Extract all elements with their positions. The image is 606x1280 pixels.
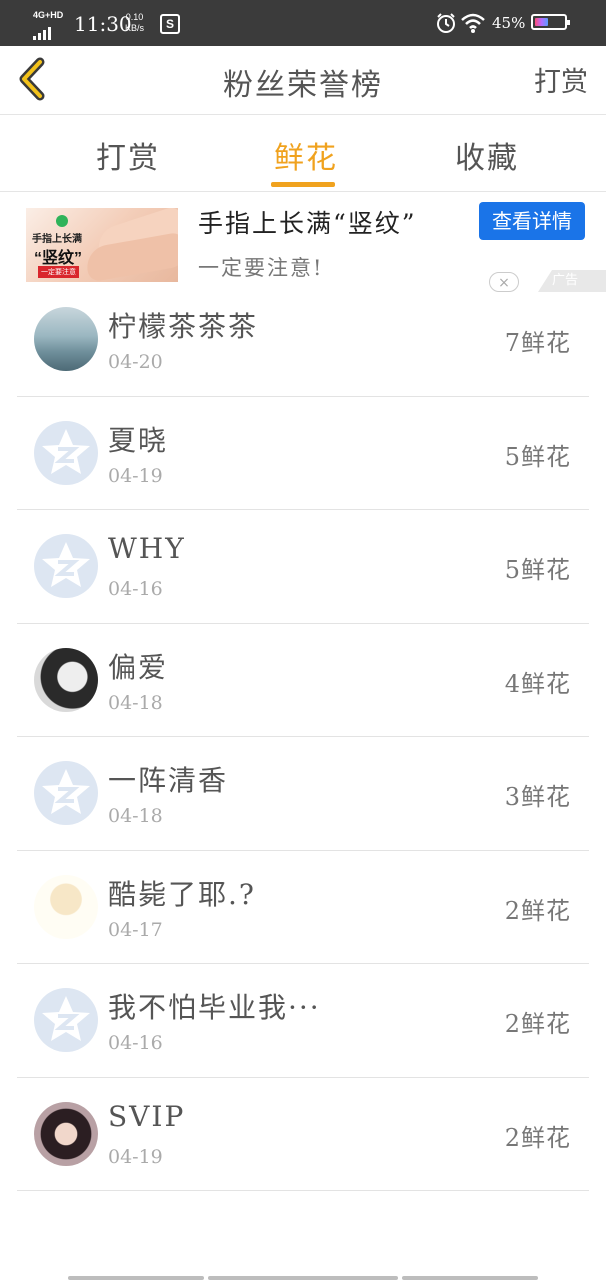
ad-image-text-2: “竖纹”	[34, 250, 83, 267]
ad-image-text-1: 手指上长满	[32, 234, 82, 245]
tab-reward[interactable]: 打赏	[96, 133, 160, 177]
flower-count: 7鲜花	[504, 329, 571, 357]
fan-name: 夏晓	[108, 423, 169, 457]
fan-date: 04-19	[108, 1145, 163, 1168]
battery-icon	[531, 14, 570, 30]
list-item[interactable]: 偏爱 04-18 4鲜花	[0, 624, 606, 737]
speed-value: 0.10	[125, 12, 144, 22]
fan-name: 偏爱	[108, 650, 169, 684]
fan-date: 04-16	[108, 1032, 163, 1054]
wifi-icon	[461, 13, 485, 33]
flower-count: 5鲜花	[504, 442, 571, 471]
fan-date: 04-18	[108, 691, 163, 714]
tab-favorites[interactable]: 收藏	[455, 133, 519, 177]
page-title: 粉丝荣誉榜	[223, 68, 383, 103]
fan-date: 04-17	[108, 918, 163, 941]
default-avatar-icon[interactable]	[34, 534, 98, 598]
signal-icon: 4G+HD	[33, 10, 69, 40]
network-type: 4G+HD	[33, 10, 64, 20]
ad-image[interactable]: 手指上长满 “竖纹” 一定要注意	[26, 208, 178, 282]
fan-date: 04-18	[108, 805, 163, 827]
status-bar: 4G+HD 11:30 0.10 KB/s S 45%	[0, 0, 606, 46]
title-bar: 粉丝荣誉榜 打赏	[0, 46, 606, 115]
flower-count: 2鲜花	[504, 1010, 571, 1038]
avatar[interactable]	[34, 874, 98, 939]
play-logo-icon	[56, 215, 68, 227]
ad-details-button[interactable]: 查看详情	[479, 202, 585, 240]
fan-name: 我不怕毕业我···	[108, 991, 321, 1024]
avatar[interactable]	[34, 647, 98, 712]
list-item[interactable]: 柠檬茶茶茶 04-20 7鲜花	[0, 283, 606, 397]
list-item[interactable]: 我不怕毕业我··· 04-16 2鲜花	[0, 964, 606, 1078]
s-app-icon: S	[160, 14, 180, 34]
flower-count: 4鲜花	[504, 669, 571, 698]
status-time: 11:30	[74, 12, 132, 36]
fan-list: 柠檬茶茶茶 04-20 7鲜花 夏晓 04-19 5鲜花 WHY 04-16 5…	[0, 283, 606, 1191]
avatar[interactable]	[34, 1101, 98, 1166]
ad-subtitle: 一定要注意!	[198, 256, 324, 280]
fan-date: 04-16	[108, 578, 163, 600]
alarm-icon	[437, 13, 455, 33]
fan-name: SVIP	[108, 1099, 186, 1133]
list-item[interactable]: 夏晓 04-19 5鲜花	[0, 397, 606, 510]
flower-count: 2鲜花	[504, 1123, 571, 1152]
fan-name: WHY	[108, 532, 186, 565]
avatar[interactable]	[34, 307, 98, 371]
navigation-bar[interactable]	[68, 1276, 538, 1280]
battery-percent: 45%	[492, 14, 526, 32]
fan-name: 酷毙了耶.?	[108, 877, 256, 911]
flower-count: 3鲜花	[504, 783, 571, 811]
fan-date: 04-19	[108, 464, 163, 487]
list-item[interactable]: WHY 04-16 5鲜花	[0, 510, 606, 624]
fan-name: 一阵清香	[108, 764, 229, 797]
flower-count: 2鲜花	[504, 896, 571, 925]
list-item[interactable]: SVIP 04-19 2鲜花	[0, 1078, 606, 1191]
default-avatar-icon[interactable]	[34, 420, 98, 485]
default-avatar-icon[interactable]	[34, 988, 98, 1052]
fan-date: 04-20	[108, 351, 163, 373]
ad-title[interactable]: 手指上长满“竖纹”	[198, 204, 417, 240]
tab-flowers[interactable]: 鲜花	[274, 133, 338, 177]
flower-count: 5鲜花	[504, 556, 571, 584]
list-item[interactable]: 酷毙了耶.? 04-17 2鲜花	[0, 851, 606, 964]
tab-bar: 打赏 鲜花 收藏	[0, 115, 606, 192]
list-item[interactable]: 一阵清香 04-18 3鲜花	[0, 737, 606, 851]
network-speed: 0.10 KB/s	[125, 12, 144, 34]
default-avatar-icon[interactable]	[34, 761, 98, 825]
active-tab-indicator	[271, 182, 335, 187]
ad-image-text-3: 一定要注意	[38, 266, 79, 278]
speed-unit: KB/s	[125, 23, 145, 33]
divider	[17, 1190, 589, 1191]
reward-button[interactable]: 打赏	[534, 60, 588, 99]
fan-name: 柠檬茶茶茶	[108, 310, 259, 343]
